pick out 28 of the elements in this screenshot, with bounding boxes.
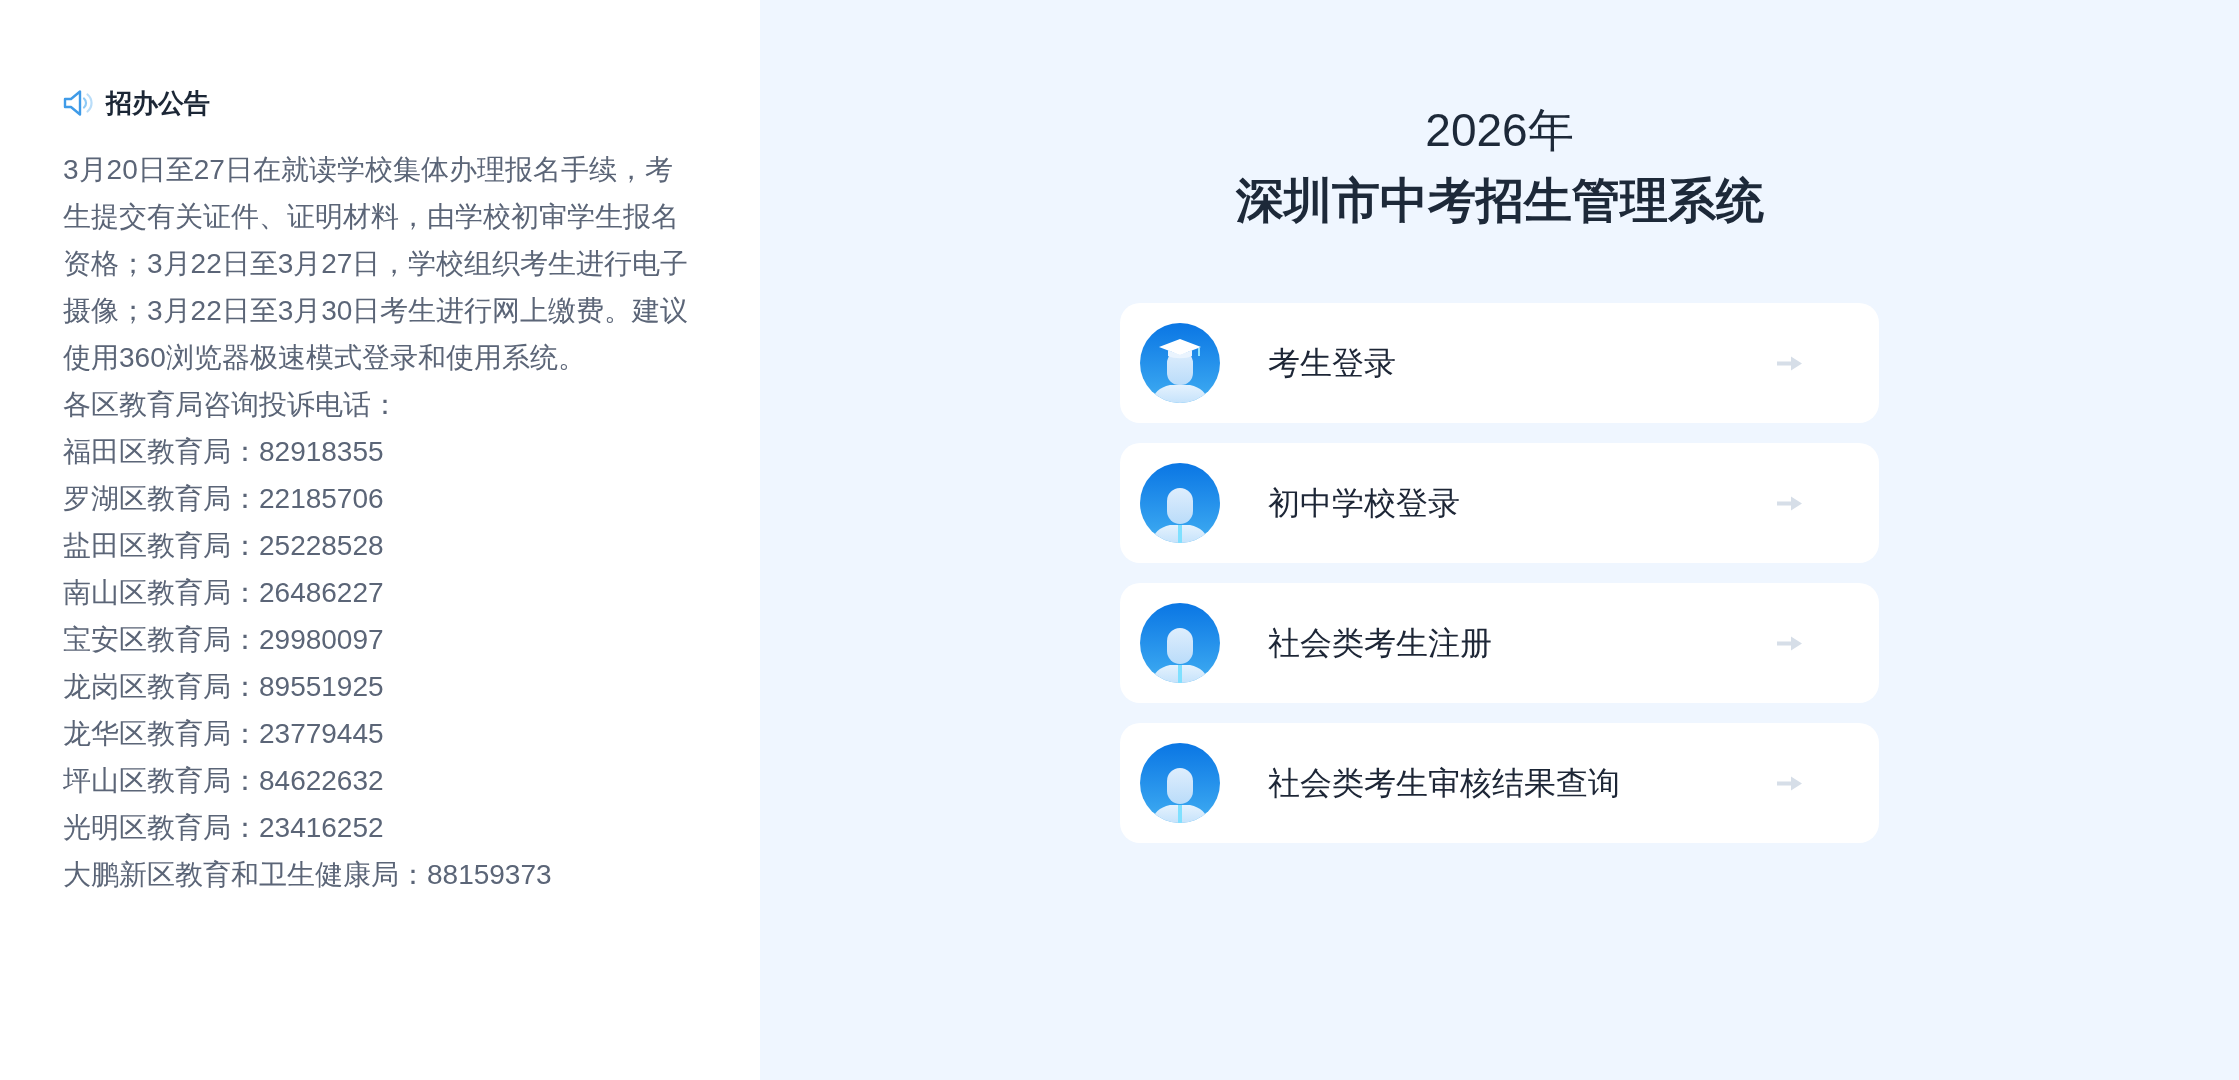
arrow-right-icon — [1776, 634, 1803, 652]
login-entry-button[interactable]: 社会类考生审核结果查询 — [1120, 723, 1879, 843]
hotline-entry: 宝安区教育局：29980097 — [63, 623, 384, 657]
graduate-avatar-icon — [1140, 323, 1220, 403]
hotline-entry: 南山区教育局：26486227 — [63, 576, 384, 610]
person-avatar-icon — [1140, 463, 1220, 543]
speaker-icon — [63, 89, 94, 117]
system-title: 深圳市中考招生管理系统 — [1235, 173, 1764, 229]
hotline-entry: 福田区教育局：82918355 — [63, 435, 384, 469]
year-heading: 2026年 — [1425, 103, 1574, 158]
login-entry-button[interactable]: 考生登录 — [1120, 303, 1879, 423]
hotline-entry: 罗湖区教育局：22185706 — [63, 482, 384, 516]
hotline-heading: 各区教育局咨询投诉电话： — [63, 388, 399, 422]
arrow-right-icon — [1776, 354, 1803, 372]
notice-paragraph: 3月20日至27日在就读学校集体办理报名手续，考生提交有关证件、证明材料，由学校初审学生报名资格；3月22日至3月27日，学校组织考生进行电子摄像；3月22日至3月30日考生进行网上缴费。建议使用360浏览器极速模式登录和使用系统。 — [63, 153, 690, 375]
hotline-entry: 光明区教育局：23416252 — [63, 811, 384, 845]
hotline-entry: 大鹏新区教育和卫生健康局：88159373 — [63, 858, 552, 892]
hotline-entry: 坪山区教育局：84622632 — [63, 764, 384, 798]
notice-title: 招办公告 — [106, 86, 210, 120]
login-entry-button[interactable]: 初中学校登录 — [1120, 443, 1879, 563]
hotline-entry: 龙岗区教育局：89551925 — [63, 670, 384, 704]
hotline-entry: 龙华区教育局：23779445 — [63, 717, 384, 751]
arrow-right-icon — [1776, 774, 1803, 792]
arrow-right-icon — [1776, 494, 1803, 512]
person-avatar-icon — [1140, 743, 1220, 823]
hotline-entry: 盐田区教育局：25228528 — [63, 529, 384, 563]
person-avatar-icon — [1140, 603, 1220, 683]
login-entry-button[interactable]: 社会类考生注册 — [1120, 583, 1879, 703]
